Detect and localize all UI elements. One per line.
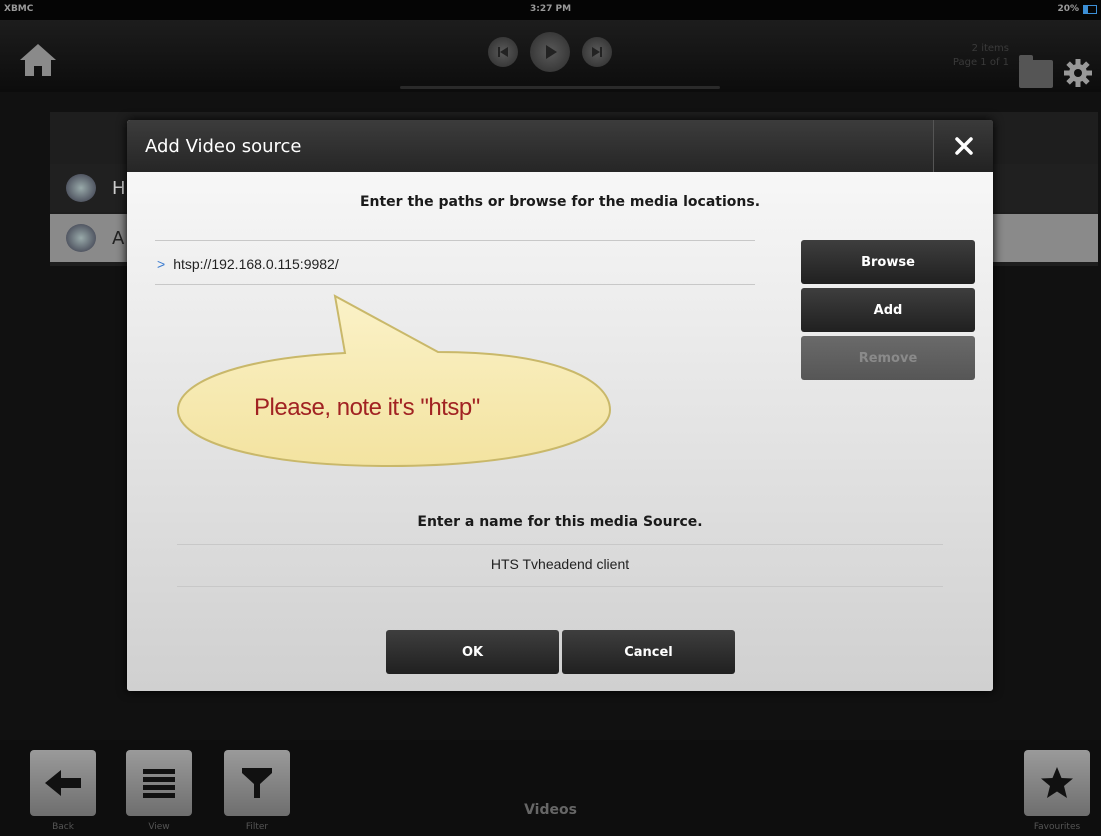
list-item-label: H bbox=[112, 178, 126, 199]
remove-button[interactable]: Remove bbox=[801, 336, 975, 380]
next-track-icon[interactable] bbox=[582, 37, 612, 67]
items-info: 2 items Page 1 of 1 bbox=[953, 42, 1009, 70]
callout-text: Please, note it's "htsp" bbox=[254, 394, 480, 421]
dialog-header: Add Video source bbox=[127, 120, 993, 172]
close-icon bbox=[954, 137, 973, 155]
view-label: View bbox=[148, 822, 170, 832]
folder-icon[interactable] bbox=[1019, 55, 1053, 88]
callout-bubble bbox=[176, 294, 612, 468]
list-item-label: A bbox=[112, 228, 125, 249]
favourites-label: Favourites bbox=[1033, 822, 1081, 832]
favourites-button[interactable] bbox=[1024, 750, 1090, 816]
filter-funnel-icon bbox=[242, 768, 272, 798]
chevron-right-icon: > bbox=[157, 256, 166, 272]
list-view-icon bbox=[143, 769, 175, 798]
battery-icon bbox=[1083, 5, 1097, 14]
source-name-field[interactable]: HTS Tvheadend client bbox=[127, 556, 993, 572]
browse-button[interactable]: Browse bbox=[801, 240, 975, 284]
harddisk-icon bbox=[66, 174, 96, 202]
progress-bar bbox=[400, 86, 720, 89]
top-bar: 2 items Page 1 of 1 bbox=[0, 20, 1101, 92]
divider bbox=[177, 544, 943, 545]
transport-controls bbox=[488, 32, 612, 72]
battery-percent: 20% bbox=[1057, 4, 1079, 14]
back-label: Back bbox=[52, 822, 74, 832]
dialog-title: Add Video source bbox=[145, 136, 302, 157]
status-bar: XBMC 3:27 PM 20% bbox=[0, 0, 1101, 20]
page-info: Page 1 of 1 bbox=[952, 57, 1009, 68]
divider bbox=[155, 240, 755, 241]
divider bbox=[155, 284, 755, 285]
path-list-item[interactable]: > htsp://192.168.0.115:9982/ bbox=[157, 256, 339, 272]
section-title: Videos bbox=[524, 802, 577, 818]
harddisk-icon bbox=[66, 224, 96, 252]
paths-heading: Enter the paths or browse for the media … bbox=[359, 194, 761, 210]
bottom-bar: Back View Filter Videos Favourites bbox=[0, 740, 1101, 836]
play-icon[interactable] bbox=[530, 32, 570, 72]
divider bbox=[177, 586, 943, 587]
previous-track-icon[interactable] bbox=[488, 37, 518, 67]
name-heading: Enter a name for this media Source. bbox=[417, 514, 703, 530]
path-value: htsp://192.168.0.115:9982/ bbox=[173, 256, 339, 272]
gear-icon[interactable] bbox=[1063, 58, 1093, 88]
star-icon bbox=[1041, 767, 1073, 798]
cancel-button[interactable]: Cancel bbox=[562, 630, 735, 674]
clock: 3:27 PM bbox=[529, 4, 572, 14]
items-count: 2 items bbox=[971, 43, 1009, 54]
back-arrow-icon bbox=[45, 770, 81, 796]
close-button[interactable] bbox=[933, 120, 993, 172]
home-icon[interactable] bbox=[18, 42, 58, 78]
filter-label: Filter bbox=[245, 822, 269, 832]
add-button[interactable]: Add bbox=[801, 288, 975, 332]
ok-button[interactable]: OK bbox=[386, 630, 559, 674]
